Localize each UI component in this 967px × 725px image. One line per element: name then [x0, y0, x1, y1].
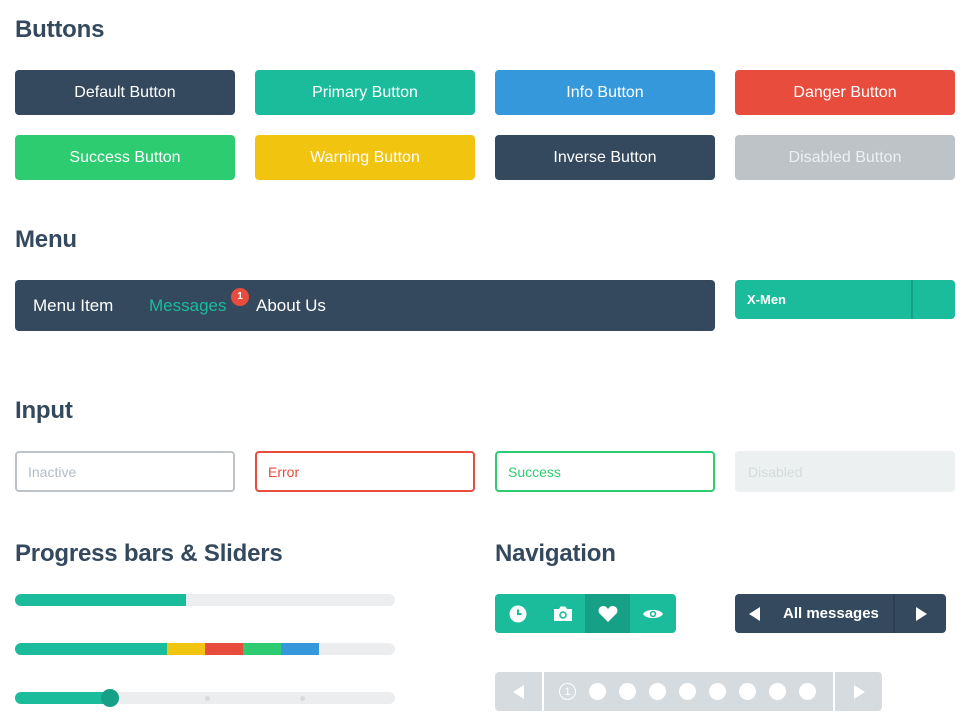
navigation-heading: Navigation — [495, 540, 616, 567]
warning-button[interactable]: Warning Button — [255, 135, 475, 180]
slider-tick — [300, 696, 305, 701]
pagination-prev-arrow-icon[interactable] — [495, 672, 542, 711]
success-input[interactable] — [495, 451, 715, 492]
xmen-dropdown-button[interactable]: X-Men — [735, 280, 955, 319]
progress-segment — [205, 643, 243, 655]
error-input[interactable] — [255, 451, 475, 492]
progress-heading: Progress bars & Sliders — [15, 540, 283, 567]
danger-button[interactable]: Danger Button — [735, 70, 955, 115]
input-heading: Input — [15, 397, 73, 424]
pagination: 1 — [495, 672, 882, 711]
progress-segment — [281, 643, 319, 655]
buttons-heading: Buttons — [15, 16, 105, 43]
progress-segment — [243, 643, 281, 655]
pagination-dot[interactable] — [589, 683, 606, 700]
next-arrow-icon[interactable] — [895, 594, 946, 633]
clock-icon[interactable] — [495, 594, 540, 633]
progress-bar-stacked — [15, 643, 395, 655]
info-button[interactable]: Info Button — [495, 70, 715, 115]
dropdown-label: X-Men — [747, 292, 786, 307]
heart-icon[interactable] — [585, 594, 630, 633]
progress-segment — [15, 643, 167, 655]
pagination-dot[interactable] — [709, 683, 726, 700]
all-messages-button[interactable]: All messages — [783, 594, 879, 633]
pagination-dot[interactable] — [799, 683, 816, 700]
progress-segment — [167, 643, 205, 655]
icon-nav-bar — [495, 594, 676, 633]
menu-item-messages[interactable]: Messages — [149, 280, 226, 331]
slider-fill — [15, 692, 110, 704]
menu-heading: Menu — [15, 226, 77, 253]
menu-item-menu-item[interactable]: Menu Item — [33, 280, 113, 331]
slider-handle[interactable] — [101, 689, 119, 707]
menu-bar: Menu Item Messages 1 About Us — [15, 280, 715, 331]
inverse-button[interactable]: Inverse Button — [495, 135, 715, 180]
pagination-next-arrow-icon[interactable] — [835, 672, 882, 711]
pagination-separator — [542, 672, 544, 711]
previous-arrow-icon[interactable] — [735, 594, 775, 633]
messages-badge: 1 — [231, 288, 249, 306]
disabled-button: Disabled Button — [735, 135, 955, 180]
slider[interactable] — [15, 689, 395, 707]
pagination-dot[interactable] — [619, 683, 636, 700]
eye-icon[interactable] — [630, 594, 675, 633]
success-button[interactable]: Success Button — [15, 135, 235, 180]
messages-nav: All messages — [735, 594, 946, 633]
pagination-dot[interactable]: 1 — [559, 683, 576, 700]
pagination-dot[interactable] — [769, 683, 786, 700]
camera-icon[interactable] — [540, 594, 585, 633]
pagination-dot[interactable] — [649, 683, 666, 700]
progress-bar-single — [15, 594, 395, 606]
menu-item-about-us[interactable]: About Us — [256, 280, 326, 331]
pagination-dot[interactable] — [679, 683, 696, 700]
disabled-input — [735, 451, 955, 492]
primary-button[interactable]: Primary Button — [255, 70, 475, 115]
slider-tick — [205, 696, 210, 701]
inactive-input[interactable] — [15, 451, 235, 492]
default-button[interactable]: Default Button — [15, 70, 235, 115]
pagination-dot[interactable] — [739, 683, 756, 700]
dropdown-toggle[interactable] — [913, 280, 955, 319]
progress-fill — [15, 594, 186, 606]
